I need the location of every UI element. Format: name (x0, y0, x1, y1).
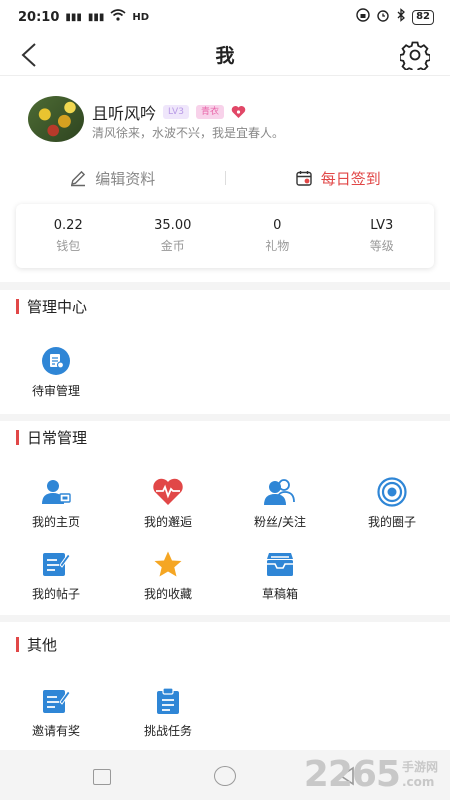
recent-apps-button[interactable] (93, 769, 111, 785)
heart-pulse-icon (151, 477, 185, 507)
home-button[interactable] (214, 766, 236, 786)
site-watermark: 2265 手游网 .com (304, 754, 438, 795)
grid-item-my-favorites[interactable]: 我的收藏 (112, 549, 224, 602)
signal-icon: ▮▮▮ (65, 11, 82, 23)
grid-item-review[interactable]: 待审管理 (0, 346, 112, 399)
grid-item-label: 我的收藏 (143, 587, 192, 601)
signal-icon-2: ▮▮▮ (87, 11, 105, 23)
stat-label: 等级 (369, 239, 394, 253)
grid-item-label: 我的主页 (31, 515, 80, 529)
grid-item-label: 我的帖子 (31, 587, 80, 601)
stat-label: 金币 (160, 239, 185, 253)
star-icon (151, 549, 185, 579)
chevron-left-icon (21, 43, 36, 67)
section-title-text: 其他 (27, 636, 58, 654)
circle-icon (375, 477, 409, 507)
watermark-small-bottom: .com (401, 775, 435, 789)
edit-profile-label: 编辑资料 (95, 169, 156, 188)
username-row: 且听风吟 LV3 青衣 (92, 100, 247, 124)
grid-item-label: 我的圈子 (367, 515, 416, 529)
grid-item-followers[interactable]: 粉丝/关注 (224, 477, 336, 530)
level-badge: LV3 (163, 105, 189, 119)
top-nav-bar: 我 (0, 34, 450, 76)
gear-icon (400, 41, 430, 70)
profile-actions: 编辑资料 每日签到 (0, 162, 450, 194)
post-icon (39, 549, 73, 579)
daily-section: 日常管理 我的主页 我的邂逅 粉丝/关注 我的圈子 我的帖子 我的收藏 草稿箱 (0, 421, 450, 615)
management-section: 管理中心 待审管理 (0, 290, 450, 414)
grid-item-challenge-tasks[interactable]: 挑战任务 (112, 686, 224, 739)
grid-item-my-encounters[interactable]: 我的邂逅 (112, 477, 224, 530)
watermark-small-top: 手游网 (401, 760, 438, 774)
grid-item-invite-rewards[interactable]: 邀请有奖 (0, 686, 112, 739)
grid-item-label: 挑战任务 (143, 724, 192, 738)
calendar-icon (296, 171, 312, 186)
stat-coins[interactable]: 35.00 金币 (121, 204, 226, 268)
section-title: 日常管理 (16, 427, 87, 448)
status-time: 20:10 (18, 9, 60, 25)
grid-item-label: 邀请有奖 (31, 724, 80, 738)
followers-icon (263, 477, 297, 507)
section-title: 管理中心 (16, 296, 87, 317)
pencil-icon (71, 170, 86, 187)
alarm-icon (376, 8, 390, 26)
page-title: 我 (215, 45, 235, 67)
stat-label: 钱包 (56, 239, 81, 253)
edit-profile-button[interactable]: 编辑资料 (0, 168, 225, 189)
user-home-icon (39, 477, 73, 507)
status-bar: 20:10 ▮▮▮ ▮▮▮ HD 82 (0, 0, 450, 34)
stat-gifts[interactable]: 0 礼物 (225, 204, 330, 268)
grid-item-label: 待审管理 (31, 384, 80, 398)
watermark-number: 2265 (303, 754, 401, 795)
stats-card: 0.22 钱包 35.00 金币 0 礼物 LV3 等级 (16, 204, 434, 268)
rank-badge: 青衣 (195, 105, 224, 119)
avatar[interactable] (28, 96, 84, 142)
stat-value: 35.00 (154, 218, 192, 233)
draft-box-icon (263, 549, 297, 579)
lock-rotation-icon (356, 8, 370, 26)
stat-level[interactable]: LV3 等级 (330, 204, 435, 268)
other-section: 其他 邀请有奖 挑战任务 (0, 622, 450, 750)
grid-item-my-circles[interactable]: 我的圈子 (336, 477, 448, 530)
invite-icon (39, 686, 73, 716)
stat-label: 礼物 (265, 239, 290, 253)
username: 且听风吟 (92, 104, 157, 123)
back-button[interactable] (14, 38, 44, 72)
grid-item-my-homepage[interactable]: 我的主页 (0, 477, 112, 530)
bluetooth-icon (396, 8, 406, 26)
stat-value: 0.22 (53, 218, 83, 233)
section-title-text: 管理中心 (27, 298, 88, 316)
section-accent-bar (16, 299, 19, 314)
user-bio: 清风徐来，水波不兴，我是宜春人。 (92, 126, 285, 140)
profile-section: 且听风吟 LV3 青衣 清风徐来，水波不兴，我是宜春人。 编辑资料 每日签到 0… (0, 76, 450, 282)
stat-wallet[interactable]: 0.22 钱包 (16, 204, 121, 268)
stat-value: 0 (273, 218, 282, 233)
grid-item-drafts[interactable]: 草稿箱 (224, 549, 336, 602)
section-title: 其他 (16, 634, 57, 655)
wifi-icon (110, 9, 126, 25)
section-accent-bar (16, 637, 19, 652)
task-clipboard-icon (151, 686, 185, 716)
grid-item-my-posts[interactable]: 我的帖子 (0, 549, 112, 602)
section-title-text: 日常管理 (27, 429, 88, 447)
daily-sign-in-button[interactable]: 每日签到 (226, 168, 450, 189)
daily-sign-in-label: 每日签到 (320, 169, 381, 188)
settings-button[interactable] (398, 38, 432, 72)
grid-item-label: 粉丝/关注 (253, 515, 307, 529)
watermark-text: 手游网 .com (402, 758, 438, 789)
review-icon (39, 346, 73, 376)
battery-indicator: 82 (412, 9, 434, 25)
heart-badge-icon (231, 104, 247, 120)
network-label: HD (132, 11, 150, 23)
grid-item-label: 草稿箱 (261, 587, 298, 601)
section-accent-bar (16, 430, 19, 445)
stat-value: LV3 (370, 218, 394, 233)
grid-item-label: 我的邂逅 (143, 515, 192, 529)
